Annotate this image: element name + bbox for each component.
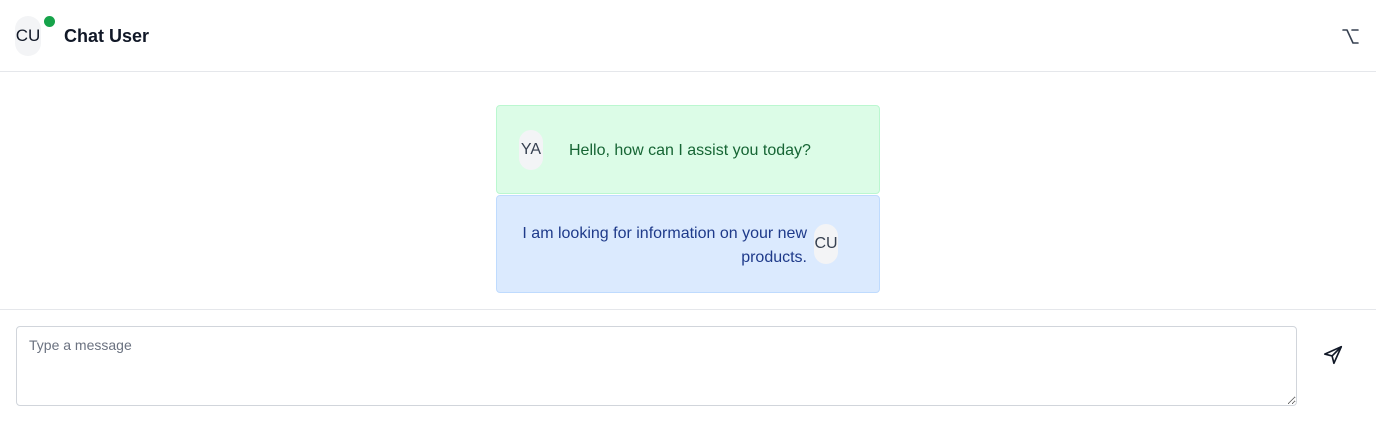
online-status-dot	[44, 16, 55, 27]
option-key-icon	[1342, 29, 1359, 44]
message-input[interactable]	[16, 326, 1297, 406]
message-list: YA Hello, how can I assist you today? I …	[0, 72, 1376, 309]
options-menu-button[interactable]	[1336, 22, 1364, 50]
contact-avatar: CU	[15, 16, 41, 56]
chat-header: CU Chat User	[0, 0, 1376, 72]
assistant-message: YA Hello, how can I assist you today?	[496, 105, 880, 194]
send-button[interactable]	[1318, 340, 1348, 370]
assistant-message-text: Hello, how can I assist you today?	[569, 142, 811, 159]
user-message-text: I am looking for information on your new…	[522, 225, 807, 266]
chat-title: Chat User	[64, 26, 150, 46]
user-message: I am looking for information on your new…	[496, 195, 880, 293]
assistant-avatar: YA	[519, 130, 543, 170]
message-composer	[0, 309, 1376, 422]
send-icon	[1323, 345, 1343, 365]
user-avatar: CU	[814, 224, 838, 264]
